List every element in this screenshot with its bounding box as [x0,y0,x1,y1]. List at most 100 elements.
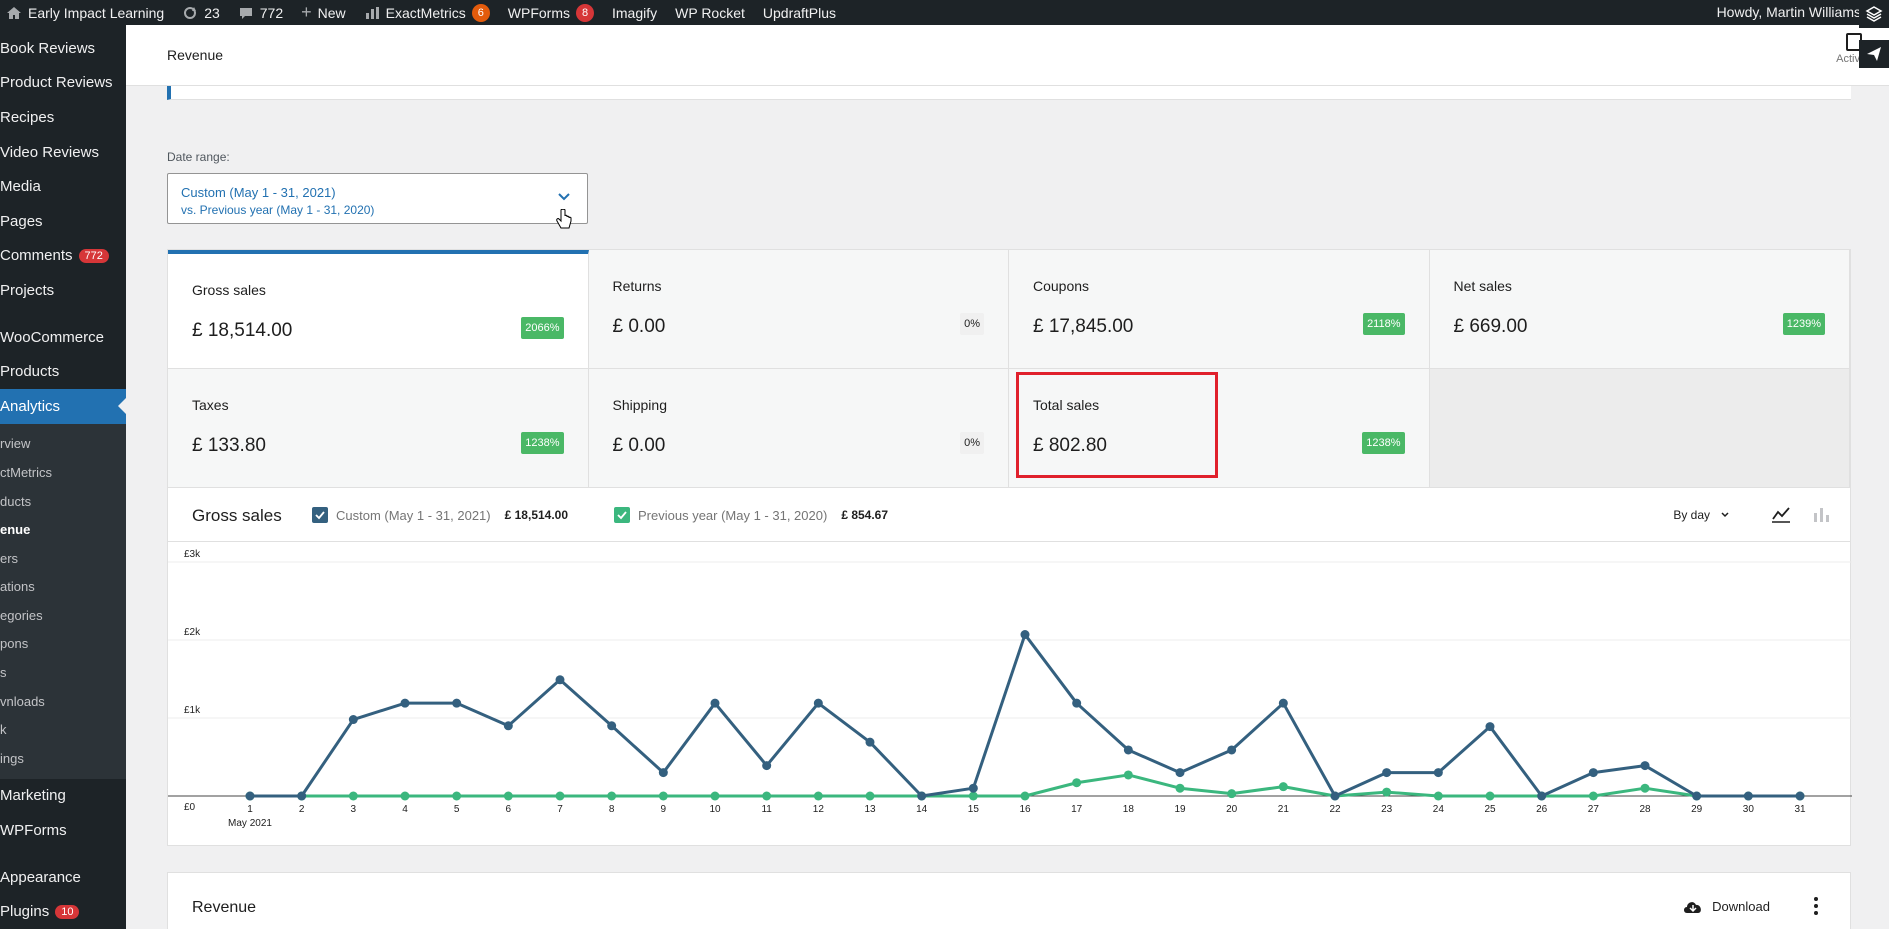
data-point [1072,778,1082,788]
sidebar-item-media[interactable]: Media [0,169,126,204]
submenu-item-coupons[interactable]: pons [0,630,126,659]
refresh-icon [184,6,197,19]
data-point [1020,791,1030,801]
submenu-item-downloads[interactable]: vnloads [0,687,126,716]
bar-chart-icon[interactable] [1810,503,1832,525]
legend-item-current[interactable]: Custom (May 1 - 31, 2021) £ 18,514.00 [312,507,568,523]
data-point [555,675,565,685]
updraftplus-link[interactable]: UpdraftPlus [763,5,836,21]
sidebar-item-pages[interactable]: Pages [0,204,126,239]
download-button[interactable]: Download [1682,898,1770,914]
sidebar-item-product-reviews[interactable]: Product Reviews [0,66,126,101]
interval-select[interactable]: By day [1673,508,1730,522]
sidebar-item-analytics[interactable]: Analytics [0,388,126,424]
metric-coupons[interactable]: Coupons £ 17,845.00 2118% [1009,250,1430,369]
metric-delta-badge: 2066% [521,317,564,339]
date-range-primary: Custom (May 1 - 31, 2021) [181,185,336,200]
data-point [1640,761,1650,771]
data-point [1382,787,1392,797]
series-line [250,633,1800,798]
sidebar-item-recipes[interactable]: Recipes [0,100,126,135]
imagify-link[interactable]: Imagify [612,5,657,21]
sidebar-item-label: Book Reviews [0,39,96,57]
x-tick-label: 19 [1174,804,1186,815]
checkbox-checked-icon [614,507,630,523]
metric-label: Taxes [192,397,229,413]
metric-gross-sales[interactable]: Gross sales £ 18,514.00 2066% [168,250,589,369]
chart-panel: Gross sales Custom (May 1 - 31, 2021) £ … [167,487,1852,846]
legend-total: £ 854.67 [841,508,889,522]
submenu-item-taxes[interactable]: s [0,658,126,687]
data-point [865,737,875,747]
sidebar-item-book-reviews[interactable]: Book Reviews [0,31,126,66]
sidebar-item-video-reviews[interactable]: Video Reviews [0,135,126,170]
send-icon[interactable] [1859,40,1889,68]
submenu-item-settings[interactable]: ings [0,744,126,773]
data-point [1175,768,1185,778]
submenu-item-overview[interactable]: rview [0,430,126,459]
x-tick-label: 7 [557,804,563,815]
submenu-item-revenue[interactable]: enue [0,515,126,544]
metric-taxes[interactable]: Taxes £ 133.80 1238% [168,369,589,488]
x-tick-label: 11 [761,804,772,815]
sidebar-item-marketing[interactable]: Marketing [0,779,126,814]
sidebar-item-comments[interactable]: Comments 772 [0,239,126,274]
wprocket-link[interactable]: WP Rocket [675,5,745,21]
sidebar-item-wpforms[interactable]: WPForms [0,813,126,848]
updraftplus-label: UpdraftPlus [762,4,837,21]
site-name-link[interactable]: Early Impact Learning [6,5,164,21]
submenu-item-categories[interactable]: egories [0,601,126,630]
x-tick-label: 10 [709,804,721,815]
chart-header: Gross sales Custom (May 1 - 31, 2021) £ … [168,488,1850,542]
new-content-link[interactable]: + New [301,2,346,23]
comments-badge: 772 [78,248,109,263]
data-point [245,791,255,801]
data-point [1433,768,1443,778]
sidebar-item-projects[interactable]: Projects [0,273,126,308]
sidebar-item-appearance[interactable]: Appearance [0,860,126,895]
x-tick-label: 12 [813,804,825,815]
date-range-picker[interactable]: Custom (May 1 - 31, 2021) vs. Previous y… [167,173,588,224]
data-point [968,783,978,793]
comments-link[interactable]: 772 [238,5,283,21]
submenu-item-variations[interactable]: ations [0,573,126,602]
sidebar-item-label: Video Reviews [0,143,99,161]
data-point [1692,791,1702,801]
submenu-item-stock[interactable]: k [0,715,126,744]
data-point [1278,782,1288,792]
site-name-label: Early Impact Learning [28,4,165,21]
data-point [1382,768,1392,778]
howdy-user-menu[interactable]: Howdy, Martin Williams [1717,4,1861,20]
submenu-item-orders[interactable]: ers [0,544,126,573]
data-point [1020,630,1030,640]
data-point [1227,789,1237,799]
submenu-item-products[interactable]: ducts [0,487,126,516]
sidebar-item-products[interactable]: Products [0,354,126,389]
x-tick-label: 22 [1329,804,1341,815]
x-tick-label: 2 [299,804,305,815]
data-point [1278,698,1288,708]
legend-item-previous[interactable]: Previous year (May 1 - 31, 2020) £ 854.6… [614,507,888,523]
home-icon [7,6,21,19]
checkbox-checked-icon [312,507,328,523]
metric-shipping[interactable]: Shipping £ 0.00 0% [588,369,1009,488]
notice-box [167,86,1851,100]
data-point [1227,745,1237,755]
submenu-item-exactmetrics[interactable]: ctMetrics [0,458,126,487]
sidebar-item-label: Marketing [0,787,66,805]
metric-net-sales[interactable]: Net sales £ 669.00 1239% [1429,250,1850,369]
metric-label: Net sales [1453,278,1512,294]
metric-total-sales[interactable]: Total sales £ 802.80 1238% [1009,369,1430,488]
line-chart-icon[interactable] [1770,503,1792,525]
wpforms-link[interactable]: WPForms 8 [508,3,594,22]
more-options-icon[interactable] [1812,895,1820,917]
wpforms-badge: 8 [576,3,594,22]
updates-link[interactable]: 23 [182,5,220,21]
metric-value: £ 133.80 [192,435,266,456]
exactmetrics-link[interactable]: ExactMetrics 6 [364,3,490,22]
data-point [1123,770,1133,780]
metric-returns[interactable]: Returns £ 0.00 0% [588,250,1009,369]
layers-icon[interactable] [1859,0,1889,28]
sidebar-item-plugins[interactable]: Plugins 10 [0,894,126,929]
sidebar-item-woocommerce[interactable]: WooCommerce [0,320,126,355]
